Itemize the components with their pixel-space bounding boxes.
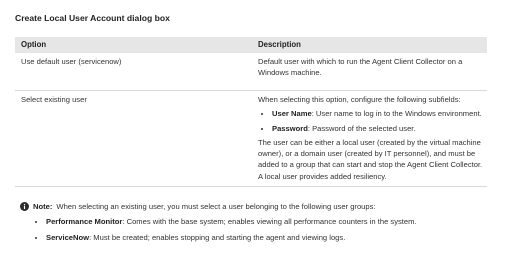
dialog-title: Create Local User Account dialog box — [15, 13, 170, 23]
option-cell: Use default user (servicenow) — [15, 53, 252, 91]
note-label: Note: — [33, 202, 53, 211]
table-header-row: Option Description — [15, 37, 487, 53]
subfield-list: User Name: User name to log in to the Wi… — [258, 108, 483, 134]
subfield-name: Password — [272, 123, 308, 133]
list-item: User Name: User name to log in to the Wi… — [272, 108, 483, 119]
description-intro: When selecting this option, configure th… — [258, 95, 461, 104]
note-header: Note: When selecting an existing user, y… — [20, 201, 520, 212]
user-group-list: Performance Monitor: Comes with the base… — [20, 216, 520, 243]
subfield-text: : User name to log in to the Windows env… — [311, 109, 482, 119]
table-row: Use default user (servicenow) Default us… — [15, 53, 487, 91]
subfield-text: : Password of the selected user. — [307, 123, 416, 133]
table-row: Select existing user When selecting this… — [15, 90, 487, 188]
note-text: When selecting an existing user, you mus… — [56, 202, 376, 211]
options-table: Option Description Use default user (ser… — [15, 37, 487, 188]
description-cell: When selecting this option, configure th… — [252, 90, 487, 188]
description-cell: Default user with which to run the Agent… — [252, 53, 487, 91]
subfield-name: User Name — [272, 109, 312, 119]
group-name: ServiceNow — [46, 233, 90, 242]
note-box: Note: When selecting an existing user, y… — [20, 201, 520, 248]
list-item: Password: Password of the selected user. — [272, 123, 483, 134]
info-icon — [20, 202, 29, 211]
list-item: ServiceNow: Must be created; enables sto… — [46, 232, 520, 243]
column-header-description: Description — [252, 37, 487, 53]
option-cell: Select existing user — [15, 90, 252, 188]
list-item: Performance Monitor: Comes with the base… — [46, 216, 520, 227]
description-details: The user can be either a local user (cre… — [258, 137, 483, 181]
group-text: : Must be created; enables stopping and … — [89, 233, 346, 242]
group-text: : Comes with the base system; enables vi… — [122, 217, 417, 226]
group-name: Performance Monitor — [46, 217, 123, 226]
column-header-option: Option — [15, 37, 252, 53]
